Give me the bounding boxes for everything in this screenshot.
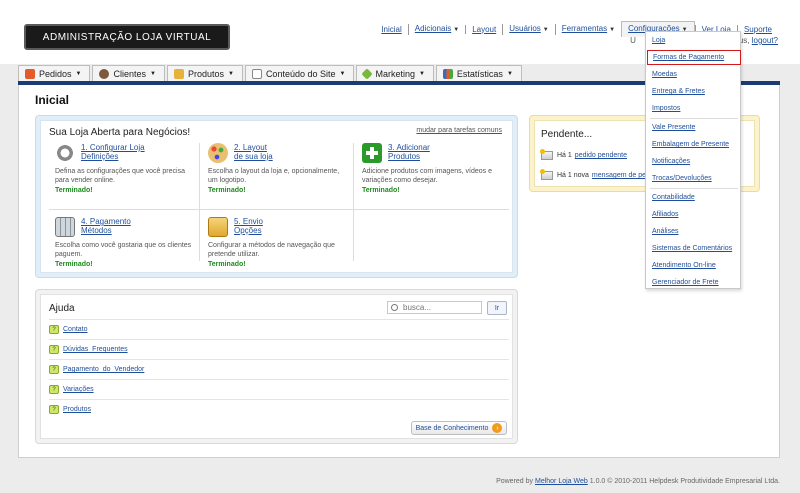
knowledge-base-button[interactable]: Base de Conhecimento › [411,421,507,435]
tab-estatisticas[interactable]: Estatísticas ▼ [435,65,522,81]
package-icon [208,217,228,237]
chevron-down-icon: ▼ [418,70,425,77]
menu-item-impostos[interactable]: Impostos [652,105,680,112]
nav-suporte[interactable]: Suporte [736,24,778,34]
footer: Powered by Melhor Loja Web 1.0.0 © 2010-… [496,478,780,485]
nav-ferramentas[interactable]: Ferramentas ▼ [554,23,621,35]
menu-item-comentarios[interactable]: Sistemas de Comentários [652,245,732,252]
nav-usuarios[interactable]: Usuários ▼ [502,23,555,35]
step-layout: 2. Layout de sua loja Escolha o layout da… [208,143,340,194]
arrow-right-icon: › [492,423,503,433]
tab-marketing[interactable]: Marketing ▼ [356,65,434,81]
search-icon [391,304,398,311]
menu-separator [650,118,738,119]
cart-icon [25,68,35,79]
help-item-duvidas[interactable]: ? Dúvidas_Frequentes [49,339,509,359]
help-title: Ajuda [49,303,75,314]
help-panel: Ajuda Ir ?Contato ?Dúvidas_Frequentes ?P… [35,289,518,444]
chevron-down-icon: ▼ [150,70,156,77]
tab-clientes[interactable]: Clientes ▼ [92,65,165,81]
menu-item-analises[interactable]: Análises [652,228,678,235]
main-tabs: Pedidos ▼ Clientes ▼ Produtos ▼ Conteúdo do… [18,65,524,81]
chevron-down-icon: ▼ [609,26,616,33]
box-icon [173,68,184,79]
status-done: Terminado! [208,187,246,194]
pending-orders-link[interactable]: pedido pendente [575,152,627,159]
help-search-input[interactable] [387,301,482,314]
chevron-down-icon: ▼ [453,26,460,33]
help-bubble-icon: ? [49,325,59,334]
menu-item-embalagem[interactable]: Embalagem de Presente [652,141,729,148]
step-payment: 4. Pagamento Métodos Escolha como você go… [55,217,192,268]
tab-conteudo[interactable]: Conteúdo do Site ▼ [244,65,355,81]
menu-item-atendimento[interactable]: Atendimento On-line [652,262,716,269]
step-store-settings: 1. Configurar Loja Definições Defina as c… [55,143,185,194]
user-icon [99,68,110,79]
status-done: Terminado! [55,261,93,268]
status-done: Terminado! [208,261,246,268]
tab-pedidos[interactable]: Pedidos ▼ [18,65,91,81]
gear-icon [55,143,75,163]
help-bubble-icon: ? [49,365,59,374]
help-bubble-icon: ? [49,385,59,394]
tab-produtos[interactable]: Produtos ▼ [166,65,243,81]
pending-title: Pendente... [541,129,593,140]
help-item-pagamento[interactable]: ? Pagamento_do_Vendedor [49,359,509,379]
nav-adicionais[interactable]: Adicionais ▼ [407,23,465,35]
page-title: Inicial [35,93,70,107]
nav-layout[interactable]: Layout [465,24,502,34]
status-done: Terminado! [362,187,400,194]
step-shipping: 5. Envio Opções Configurar a métodos de n… [208,217,335,268]
menu-item-contabilidade[interactable]: Contabilidade [652,194,695,201]
help-bubble-icon: ? [49,405,59,414]
tag-icon [361,67,374,80]
help-item-contato[interactable]: ? Contato [49,319,509,339]
configuracoes-dropdown: Loja Formas de Pagamento Moedas Entrega … [645,31,741,289]
menu-item-vale-presente[interactable]: Vale Presente [652,124,695,131]
palette-icon [208,143,228,163]
menu-item-gerenciador-frete[interactable]: Gerenciador de Frete [652,279,719,286]
footer-link[interactable]: Melhor Loja Web [535,478,588,485]
help-go-button[interactable]: Ir [487,301,507,315]
alert-icon [540,149,553,160]
pending-orders: Há 1 pedido pendente [540,149,630,160]
welcome-title: Sua Loja Aberta para Negócios! [49,127,191,138]
calculator-icon [55,217,75,237]
alert-icon [540,169,553,180]
status-done: Terminado! [55,187,93,194]
page-icon [251,68,262,79]
menu-separator [650,188,738,189]
chevron-down-icon: ▼ [542,26,549,33]
menu-item-trocas[interactable]: Trocas/Devoluções [652,175,712,182]
chevron-down-icon: ▼ [506,70,513,77]
logout-link[interactable]: logout? [752,36,778,45]
pending-messages-link[interactable]: mensagem de pe [592,172,646,179]
menu-item-formas-pagamento[interactable]: Formas de Pagamento [647,50,741,65]
help-item-produtos[interactable]: ? Produtos [49,399,509,419]
user-prefix: U [630,36,636,45]
chevron-down-icon: ▼ [227,70,234,77]
menu-item-loja[interactable]: Loja [652,37,665,44]
menu-item-entrega[interactable]: Entrega & Fretes [652,88,705,95]
step-add-products: 3. Adicionar Produtos Adicione produtos c… [362,143,492,194]
welcome-panel: Sua Loja Aberta para Negócios! mudar par… [35,115,518,278]
chevron-down-icon: ▼ [75,70,82,77]
common-tasks-link[interactable]: mudar para tarefas comuns [416,127,502,134]
nav-inicial[interactable]: Inicial [375,25,407,34]
help-item-variacoes[interactable]: ? Variações [49,379,509,399]
help-bubble-icon: ? [49,345,59,354]
menu-item-notificacoes[interactable]: Notificações [652,158,690,165]
plus-icon [362,143,382,163]
menu-item-afiliados[interactable]: Afiliados [652,211,678,218]
logo: ADMINISTRAÇÃO LOJA VIRTUAL [24,24,230,50]
chart-icon [442,68,453,79]
chevron-down-icon: ▼ [339,70,346,77]
pending-messages: Há 1 nova mensagem de pe [540,169,649,180]
menu-item-moedas[interactable]: Moedas [652,71,677,78]
